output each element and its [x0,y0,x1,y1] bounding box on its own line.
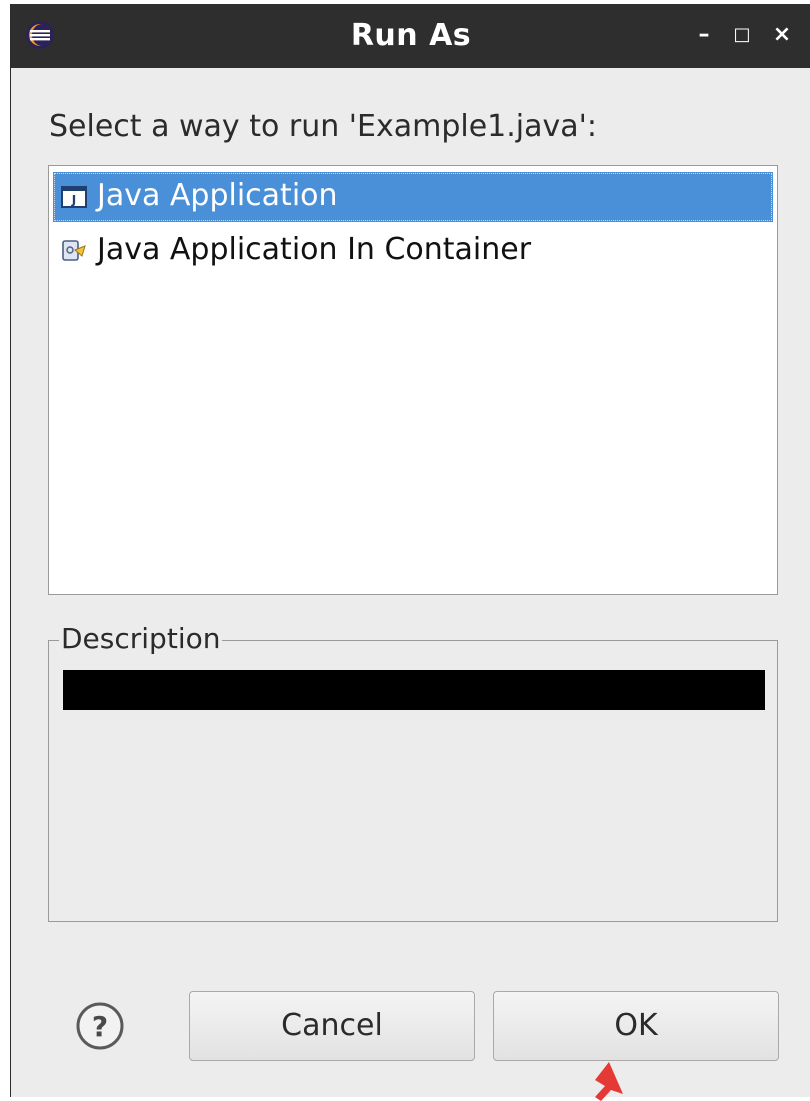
svg-text:J: J [71,193,76,207]
ok-button[interactable]: OK [493,991,779,1061]
description-group-label: Description [59,622,223,655]
list-item-label: Java Application [97,178,338,213]
background-edge-mark [0,118,9,134]
background-edge-mark [0,268,9,284]
run-as-dialog: Run As – □ × Select a way to run 'Exampl… [10,4,810,1101]
dialog-prompt: Select a way to run 'Example1.java': [49,109,597,144]
svg-text:?: ? [92,1010,108,1043]
annotation-arrow-icon [595,1062,623,1101]
list-item-java-application-in-container[interactable]: Java Application In Container [53,226,773,276]
list-item-label: Java Application In Container [97,232,532,267]
java-app-icon: J [61,186,87,208]
cancel-button[interactable]: Cancel [189,991,475,1061]
help-icon[interactable]: ? [75,1001,125,1051]
close-button[interactable]: × [769,22,795,48]
maximize-button[interactable]: □ [729,22,755,48]
launch-option-list[interactable]: J Java Application Java Application In C… [48,165,778,595]
minimize-button[interactable]: – [691,22,717,48]
description-redacted-text [63,670,765,710]
list-item-java-application[interactable]: J Java Application [53,172,773,222]
title-bar[interactable]: Run As – □ × [11,4,810,68]
container-app-icon [62,240,86,261]
